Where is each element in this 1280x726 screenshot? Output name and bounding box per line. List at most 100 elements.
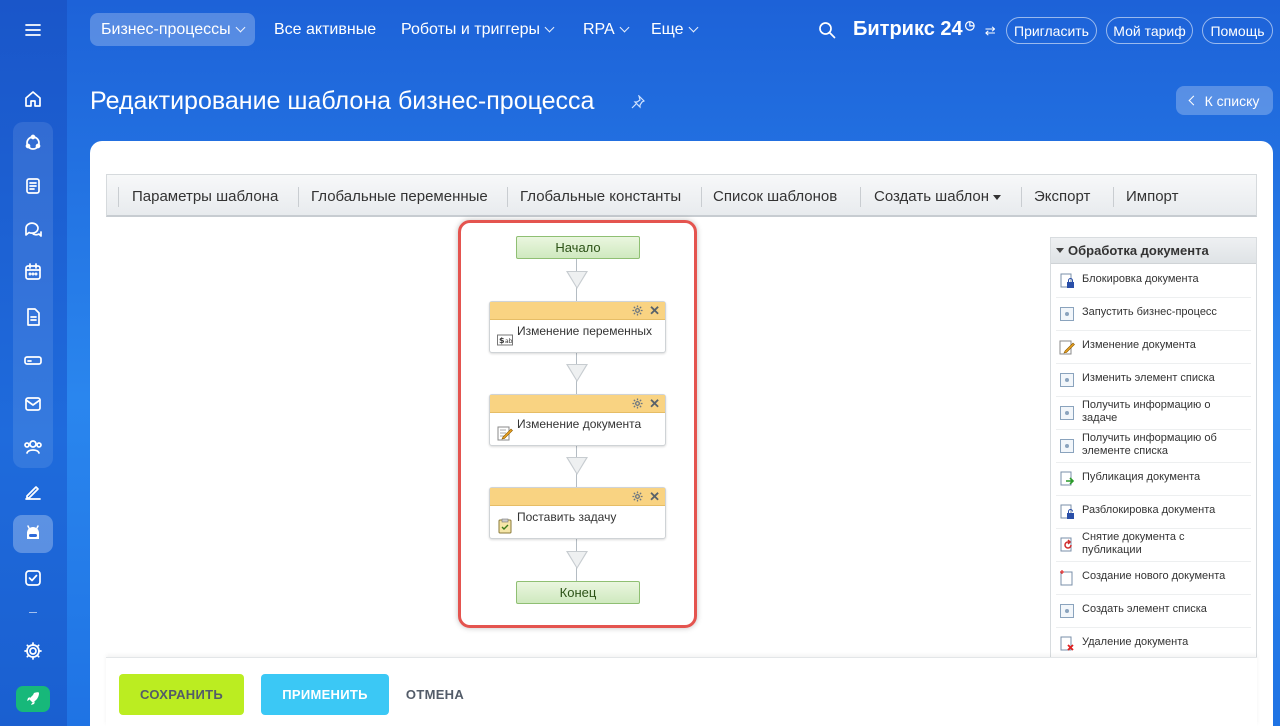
toolbar-separator <box>701 187 702 207</box>
edit-document-icon <box>1059 340 1075 355</box>
nav-item-label: Еще <box>651 20 684 38</box>
generic-activity-icon <box>1060 439 1074 453</box>
generic-activity-icon <box>1060 604 1074 618</box>
toolbar-template-params[interactable]: Параметры шаблона <box>132 188 278 205</box>
toolbar-global-constants[interactable]: Глобальные константы <box>520 188 681 205</box>
pin-icon[interactable] <box>631 95 645 109</box>
caret-down-icon <box>993 194 1002 200</box>
panel-item-change-list-element[interactable]: Изменить элемент списка <box>1056 364 1251 397</box>
panel-item-label: Запустить бизнес-процесс <box>1082 306 1217 318</box>
left-sidebar <box>0 0 67 726</box>
create-template-label: Создать шаблон <box>874 188 990 205</box>
toolbar-export[interactable]: Экспорт <box>1034 188 1090 205</box>
toolbar-separator <box>860 187 861 207</box>
toolbar-global-variables[interactable]: Глобальные переменные <box>311 188 488 205</box>
chevron-down-icon <box>235 22 246 33</box>
panel-item-create-list-element[interactable]: Создать элемент списка <box>1056 595 1251 628</box>
collapse-triangle-icon <box>1056 248 1064 253</box>
cancel-button[interactable]: ОТМЕНА <box>400 674 470 715</box>
panel-item-label: Создание нового документа <box>1082 570 1226 582</box>
toolbar-separator <box>507 187 508 207</box>
unlock-document-icon <box>1060 504 1074 519</box>
apply-button[interactable]: ПРИМЕНИТЬ <box>261 674 389 715</box>
chevron-down-icon <box>619 22 630 33</box>
new-document-icon <box>1060 570 1073 586</box>
top-navigation: Бизнес-процессы Все активные Роботы и тр… <box>67 0 1280 60</box>
switch-icon[interactable]: ⇄ <box>985 23 996 38</box>
panel-title: Обработка документа <box>1068 243 1209 258</box>
panel-item-label: Публикация документа <box>1082 471 1201 483</box>
help-button[interactable]: Помощь <box>1202 17 1273 44</box>
crm-icon[interactable] <box>13 124 53 162</box>
bot-icon[interactable] <box>13 515 53 553</box>
chevron-down-icon <box>688 22 699 33</box>
panel-header[interactable]: Обработка документа <box>1051 238 1256 264</box>
lock-document-icon <box>1060 273 1074 288</box>
panel-item-lock-document[interactable]: Блокировка документа <box>1056 265 1251 298</box>
logo-text: Битрикс 24 <box>853 18 963 40</box>
activity-panel: Обработка документа Блокировка документа… <box>1050 237 1257 658</box>
toolbar-separator <box>1021 187 1022 207</box>
panel-item-label: Создать элемент списка <box>1082 603 1207 615</box>
nav-business-processes[interactable]: Бизнес-процессы <box>90 13 255 46</box>
panel-item-delete-document[interactable]: Удаление документа <box>1056 628 1251 657</box>
mail-icon[interactable] <box>13 385 53 423</box>
rocket-icon[interactable] <box>16 686 50 712</box>
menu-icon[interactable] <box>13 11 53 49</box>
chevron-down-icon <box>544 22 555 33</box>
home-icon[interactable] <box>13 80 53 118</box>
panel-item-label: Получить информацию о задаче <box>1082 399 1211 424</box>
back-to-list-button[interactable]: К списку <box>1176 86 1273 115</box>
users-icon[interactable] <box>13 428 53 466</box>
panel-item-start-process[interactable]: Запустить бизнес-процесс <box>1056 298 1251 331</box>
nav-all-active[interactable]: Все активные <box>274 13 376 46</box>
generic-activity-icon <box>1060 373 1074 387</box>
sign-icon[interactable] <box>13 472 53 510</box>
logo[interactable]: Битрикс 24 ◷ ⇄ <box>853 18 996 41</box>
highlight-frame <box>458 220 697 628</box>
panel-item-label: Получить информацию об элементе списка <box>1082 432 1217 457</box>
clock-icon: ◷ <box>964 18 976 32</box>
panel-item-label: Блокировка документа <box>1082 273 1199 285</box>
panel-item-unpublish-document[interactable]: Снятие документа с публикации <box>1056 529 1251 562</box>
delete-document-icon <box>1060 636 1074 651</box>
generic-activity-icon <box>1060 307 1074 321</box>
storage-icon[interactable] <box>13 341 53 379</box>
back-button-label: К списку <box>1204 92 1260 109</box>
nav-item-label: RPA <box>583 20 615 38</box>
chevron-left-icon <box>1188 95 1199 106</box>
nav-robots-triggers[interactable]: Роботы и триггеры <box>401 13 555 46</box>
panel-item-change-document[interactable]: Изменение документа <box>1056 331 1251 364</box>
editor-toolbar: Параметры шаблона Глобальные переменные … <box>106 174 1257 217</box>
publish-document-icon <box>1060 471 1075 486</box>
panel-item-get-list-element-info[interactable]: Получить информацию об элементе списка <box>1056 430 1251 463</box>
sidebar-divider <box>29 612 37 613</box>
panel-item-unlock-document[interactable]: Разблокировка документа <box>1056 496 1251 529</box>
document-icon[interactable] <box>13 298 53 336</box>
chat-icon[interactable] <box>13 210 53 248</box>
nav-rpa[interactable]: RPA <box>583 13 630 46</box>
nav-item-label: Все активные <box>274 20 377 38</box>
panel-item-label: Изменение документа <box>1082 339 1196 351</box>
toolbar-separator <box>1113 187 1114 207</box>
my-tariff-button[interactable]: Мой тариф <box>1106 17 1193 44</box>
invite-button[interactable]: Пригласить <box>1006 17 1097 44</box>
nav-item-label: Бизнес-процессы <box>101 20 231 38</box>
panel-item-publish-document[interactable]: Публикация документа <box>1056 463 1251 496</box>
search-icon[interactable] <box>818 21 836 39</box>
toolbar-import[interactable]: Импорт <box>1126 188 1178 205</box>
save-button[interactable]: СОХРАНИТЬ <box>119 674 244 715</box>
toolbar-template-list[interactable]: Список шаблонов <box>713 188 837 205</box>
panel-item-label: Удаление документа <box>1082 636 1189 648</box>
feed-icon[interactable] <box>13 167 53 205</box>
panel-item-create-document[interactable]: Создание нового документа <box>1056 562 1251 595</box>
nav-more[interactable]: Еще <box>651 13 699 46</box>
tasks-icon[interactable] <box>13 559 53 597</box>
calendar-icon[interactable] <box>13 253 53 291</box>
toolbar-create-template[interactable]: Создать шаблон <box>874 188 1002 205</box>
toolbar-separator <box>118 187 119 207</box>
settings-icon[interactable] <box>13 632 53 670</box>
panel-item-label: Разблокировка документа <box>1082 504 1216 516</box>
panel-item-label: Изменить элемент списка <box>1082 372 1215 384</box>
panel-item-get-task-info[interactable]: Получить информацию о задаче <box>1056 397 1251 430</box>
